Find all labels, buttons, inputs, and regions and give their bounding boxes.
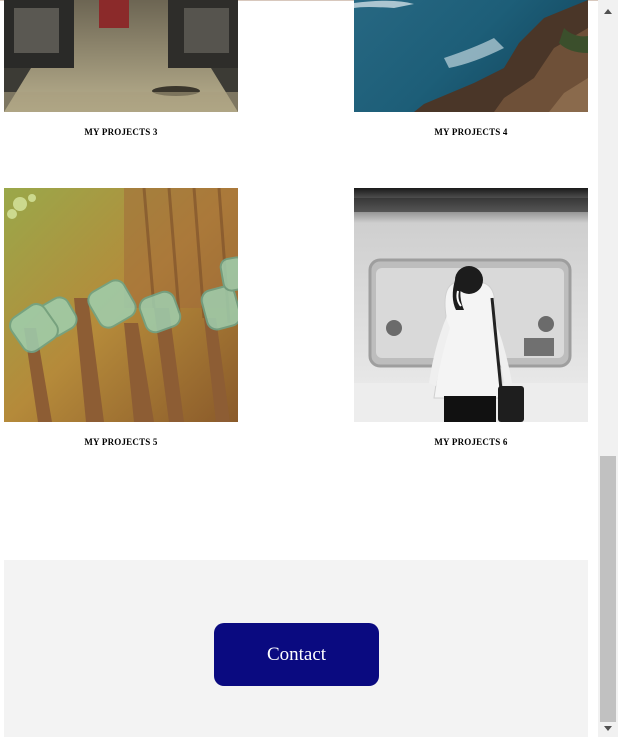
project-3-image[interactable] [4, 0, 238, 112]
contact-section: Contact [4, 560, 588, 737]
project-5-title: MY PROJECTS 5 [84, 437, 158, 447]
project-5-image[interactable] [4, 188, 238, 422]
scrollbar-thumb[interactable] [600, 456, 616, 722]
glass-bottles-photo [4, 188, 238, 422]
project-4-image[interactable] [354, 0, 588, 112]
subway-woman-photo [354, 188, 588, 422]
vertical-scrollbar[interactable] [598, 0, 618, 737]
contact-button[interactable]: Contact [214, 623, 379, 686]
scroll-down-arrow-icon[interactable] [598, 720, 618, 737]
project-6-title: MY PROJECTS 6 [434, 437, 508, 447]
project-6-image[interactable] [354, 188, 588, 422]
project-4-title: MY PROJECTS 4 [434, 127, 508, 137]
scroll-up-arrow-icon[interactable] [598, 3, 618, 20]
train-interior-photo [4, 0, 238, 112]
rocky-coast-photo [354, 0, 588, 112]
project-3-title: MY PROJECTS 3 [84, 127, 158, 137]
